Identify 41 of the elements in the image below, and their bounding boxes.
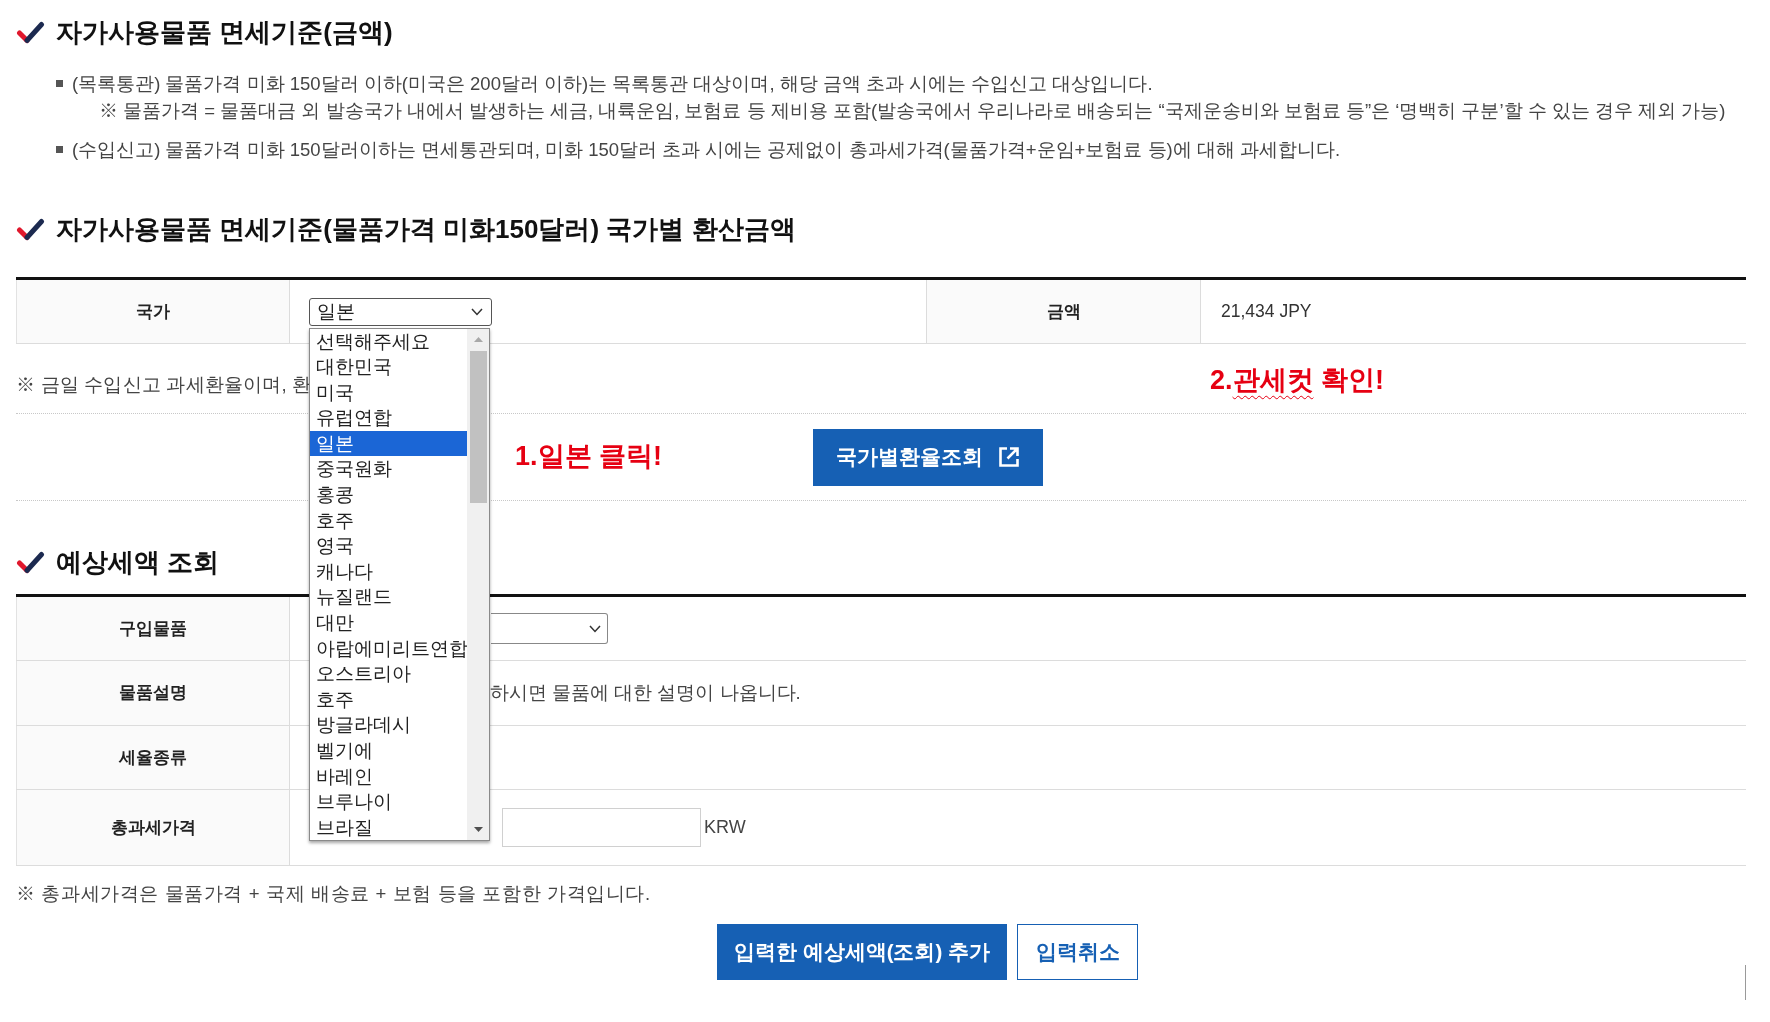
table-header-cell: 총과세가격 (16, 790, 289, 865)
scrollbar-thumb[interactable] (469, 350, 487, 503)
table-header-cell: 세율종류 (16, 726, 289, 789)
section-title: 자가사용물품 면세기준(물품가격 미화150달러) 국가별 환산금액 (56, 213, 796, 246)
checkmark-icon (16, 20, 45, 44)
annotation-text: 1.일본 클릭! (515, 440, 662, 473)
exchange-rate-note: ※ 금일 수입신고 과세환율이며, 환 (16, 373, 312, 397)
chevron-down-icon (471, 307, 483, 316)
cancel-input-button[interactable]: 입력취소 (1017, 924, 1138, 980)
table-header-cell: 물품설명 (16, 661, 289, 725)
table-header-cell: 금액 (926, 280, 1200, 343)
dropdown-option[interactable]: 아랍에미리트연합 (310, 635, 467, 662)
description-text: 하시면 물품에 대한 설명이 나옵니다. (490, 681, 801, 706)
annotation-text: 2.관세컷 확인! (1210, 364, 1385, 397)
exchange-rate-lookup-button[interactable]: 국가별환율조회 (813, 428, 1043, 486)
checkmark-icon (16, 550, 45, 574)
unit-label: KRW (704, 816, 746, 839)
scrollbar-track[interactable] (467, 328, 489, 841)
scroll-down-arrow-icon[interactable] (473, 827, 483, 833)
table-header-cell: 구입물품 (16, 597, 289, 660)
external-link-icon (996, 445, 1021, 469)
scroll-up-arrow-icon[interactable] (473, 336, 483, 342)
section-title: 예상세액 조회 (56, 546, 220, 579)
add-estimate-button[interactable]: 입력한 예상세액(조회) 추가 (717, 924, 1007, 980)
dropdown-option[interactable]: 브라질 (310, 814, 467, 841)
chevron-down-icon (589, 624, 601, 633)
footnote-text: ※ 총과세가격은 물품가격 + 국제 배송료 + 보험 등을 포함한 가격입니다. (16, 882, 652, 906)
table-header-cell: 국가 (16, 280, 289, 343)
dropdown-option[interactable]: 선택해주세요 (310, 328, 467, 355)
bullet-text: (목록통관) 물품가격 미화 150달러 이하(미국은 200달러 이하)는 목록통관 대상이며, 해당 금액 초과 시에는 수입신고 대상입니다. (72, 72, 1154, 96)
input-field[interactable] (502, 808, 701, 847)
square-bullet-icon (56, 146, 63, 153)
country-select[interactable]: 일본 (309, 297, 492, 326)
square-bullet-icon (56, 80, 63, 87)
dropdown-option[interactable]: 일본 (310, 430, 467, 457)
select-field[interactable] (491, 613, 608, 644)
amount-value: 21,434 JPY (1221, 300, 1312, 324)
note-text: ※ 물품가격 = 물품대금 외 발송국가 내에서 발생하는 세금, 내륙운임, 보험료 등 제비용 포함(발송국에서 우리나라로 배송되는 “국제운송비와 보험료 등”은 ‘명백히 구분’할 수 있는 경우 제외 가능) (99, 99, 1726, 123)
section-title: 자가사용물품 면세기준(금액) (56, 16, 393, 49)
checkmark-icon (16, 217, 45, 241)
bullet-text: (수입신고) 물품가격 미화 150달러이하는 면세통관되며, 미화 150달러 초과 시에는 공제없이 총과세가격(물품가격+운임+보험료 등)에 대해 과세합니다. (72, 138, 1341, 162)
